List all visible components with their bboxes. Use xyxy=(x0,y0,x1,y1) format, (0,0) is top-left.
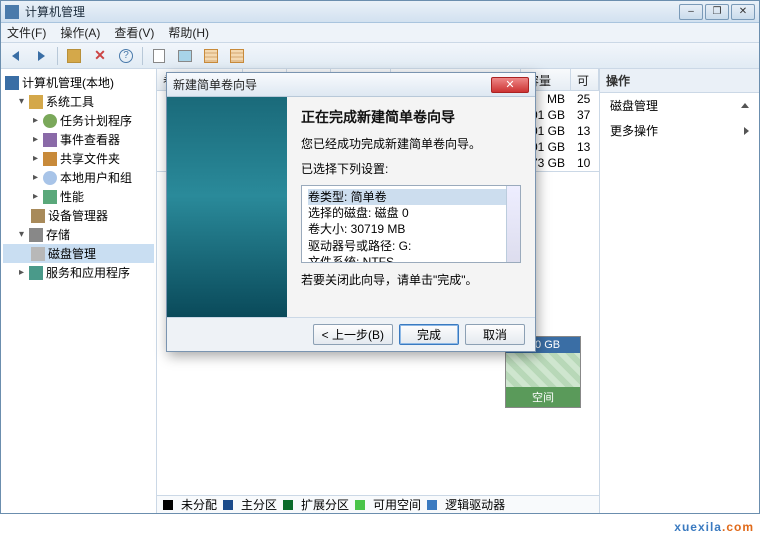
expander-icon[interactable]: ▸ xyxy=(31,173,40,182)
separator xyxy=(142,47,143,65)
window-title: 计算机管理 xyxy=(25,3,679,20)
partition-label: 空间 xyxy=(506,387,580,407)
tree-disk-management[interactable]: 磁盘管理 xyxy=(3,244,154,263)
monitor-icon xyxy=(178,50,192,62)
legend: 未分配 主分区 扩展分区 可用空间 逻辑驱动器 xyxy=(157,495,599,513)
actions-pane: 操作 磁盘管理 更多操作 xyxy=(599,69,759,513)
tree-pane[interactable]: 计算机管理(本地) ▾系统工具 ▸任务计划程序 ▸事件查看器 ▸共享文件夹 ▸本… xyxy=(1,69,157,513)
restore-button[interactable]: ❐ xyxy=(705,4,729,20)
titlebar[interactable]: 计算机管理 – ❐ ✕ xyxy=(1,1,759,23)
wizard-settings-list[interactable]: 卷类型: 简单卷 选择的磁盘: 磁盘 0 卷大小: 30719 MB 驱动器号或… xyxy=(301,185,521,263)
tree-task-scheduler[interactable]: ▸任务计划程序 xyxy=(3,111,154,130)
scrollbar[interactable] xyxy=(506,186,520,262)
expander-icon[interactable]: ▾ xyxy=(17,97,26,106)
arrow-left-icon xyxy=(12,51,19,61)
services-icon xyxy=(29,266,43,280)
list-item[interactable]: 卷大小: 30719 MB xyxy=(308,221,514,237)
legend-swatch-unalloc xyxy=(163,500,173,510)
list-item[interactable]: 驱动器号或路径: G: xyxy=(308,238,514,254)
wizard-heading: 正在完成新建简单卷向导 xyxy=(301,107,521,127)
refresh-button[interactable] xyxy=(149,46,169,66)
col-free[interactable]: 可 xyxy=(571,69,599,90)
close-button[interactable]: ✕ xyxy=(731,4,755,20)
expander-icon[interactable]: ▸ xyxy=(17,268,26,277)
legend-swatch-free xyxy=(355,500,365,510)
grid-icon xyxy=(204,49,218,63)
back-button[interactable] xyxy=(5,46,25,66)
expander-icon[interactable]: ▸ xyxy=(31,192,40,201)
storage-icon xyxy=(29,228,43,242)
help-button[interactable]: ? xyxy=(116,46,136,66)
wizard-sidebar-graphic xyxy=(167,97,287,317)
back-button[interactable]: < 上一步(B) xyxy=(313,324,393,345)
page-icon xyxy=(153,49,165,63)
list-item[interactable]: 文件系统: NTFS xyxy=(308,254,514,263)
action-more[interactable]: 更多操作 xyxy=(600,118,759,143)
tree-storage[interactable]: ▾存储 xyxy=(3,225,154,244)
expander-icon[interactable]: ▸ xyxy=(31,154,40,163)
tree-event-viewer[interactable]: ▸事件查看器 xyxy=(3,130,154,149)
menu-help[interactable]: 帮助(H) xyxy=(168,24,209,41)
dialog-close-button[interactable]: ✕ xyxy=(491,77,529,93)
list-item[interactable]: 卷类型: 简单卷 xyxy=(308,189,514,205)
properties-button[interactable] xyxy=(64,46,84,66)
forward-button[interactable] xyxy=(31,46,51,66)
user-icon xyxy=(43,171,57,185)
menu-action[interactable]: 操作(A) xyxy=(60,24,100,41)
dialog-title: 新建简单卷向导 xyxy=(173,76,491,93)
expander-icon[interactable]: ▾ xyxy=(17,230,26,239)
disk-icon xyxy=(31,247,45,261)
settings-button[interactable] xyxy=(201,46,221,66)
tree-system-tools[interactable]: ▾系统工具 xyxy=(3,92,154,111)
task-icon xyxy=(43,114,57,128)
event-icon xyxy=(43,133,57,147)
menubar: 文件(F) 操作(A) 查看(V) 帮助(H) xyxy=(1,23,759,43)
menu-view[interactable]: 查看(V) xyxy=(114,24,154,41)
device-icon xyxy=(31,209,45,223)
view-button[interactable] xyxy=(175,46,195,66)
x-icon: ✕ xyxy=(94,47,106,64)
perf-icon xyxy=(43,190,57,204)
wizard-success-text: 您已经成功完成新建简单卷向导。 xyxy=(301,135,521,152)
grid-icon xyxy=(230,49,244,63)
legend-swatch-logical xyxy=(427,500,437,510)
legend-swatch-primary xyxy=(223,500,233,510)
watermark: xuexila.com xyxy=(674,515,754,536)
tree-device-manager[interactable]: 设备管理器 xyxy=(3,206,154,225)
expander-icon[interactable]: ▸ xyxy=(31,135,40,144)
toolbar: ✕ ? xyxy=(1,43,759,69)
cancel-button[interactable]: 取消 xyxy=(465,324,525,345)
expander-icon[interactable]: ▸ xyxy=(31,116,40,125)
settings2-button[interactable] xyxy=(227,46,247,66)
arrow-right-icon xyxy=(38,51,45,61)
dialog-buttons: < 上一步(B) 完成 取消 xyxy=(167,317,535,351)
list-item[interactable]: 选择的磁盘: 磁盘 0 xyxy=(308,205,514,221)
action-disk-management[interactable]: 磁盘管理 xyxy=(600,93,759,118)
help-icon: ? xyxy=(119,49,133,63)
folder-icon xyxy=(67,49,81,63)
legend-swatch-ext xyxy=(283,500,293,510)
separator xyxy=(57,47,58,65)
tools-icon xyxy=(29,95,43,109)
tree-services[interactable]: ▸服务和应用程序 xyxy=(3,263,154,282)
minimize-button[interactable]: – xyxy=(679,4,703,20)
tree-root[interactable]: 计算机管理(本地) xyxy=(3,73,154,92)
collapse-icon xyxy=(741,103,749,108)
dialog-titlebar[interactable]: 新建简单卷向导 ✕ xyxy=(167,73,535,97)
wizard-settings-label: 已选择下列设置: xyxy=(301,160,521,177)
wizard-dialog: 新建简单卷向导 ✕ 正在完成新建简单卷向导 您已经成功完成新建简单卷向导。 已选… xyxy=(166,72,536,352)
tree-shared-folders[interactable]: ▸共享文件夹 xyxy=(3,149,154,168)
delete-button[interactable]: ✕ xyxy=(90,46,110,66)
tree-local-users[interactable]: ▸本地用户和组 xyxy=(3,168,154,187)
tree-performance[interactable]: ▸性能 xyxy=(3,187,154,206)
computer-icon xyxy=(5,76,19,90)
app-icon xyxy=(5,5,19,19)
chevron-right-icon xyxy=(744,127,749,135)
share-icon xyxy=(43,152,57,166)
menu-file[interactable]: 文件(F) xyxy=(7,24,46,41)
actions-header: 操作 xyxy=(600,69,759,93)
wizard-close-hint: 若要关闭此向导，请单击"完成"。 xyxy=(301,271,521,288)
finish-button[interactable]: 完成 xyxy=(399,324,459,345)
